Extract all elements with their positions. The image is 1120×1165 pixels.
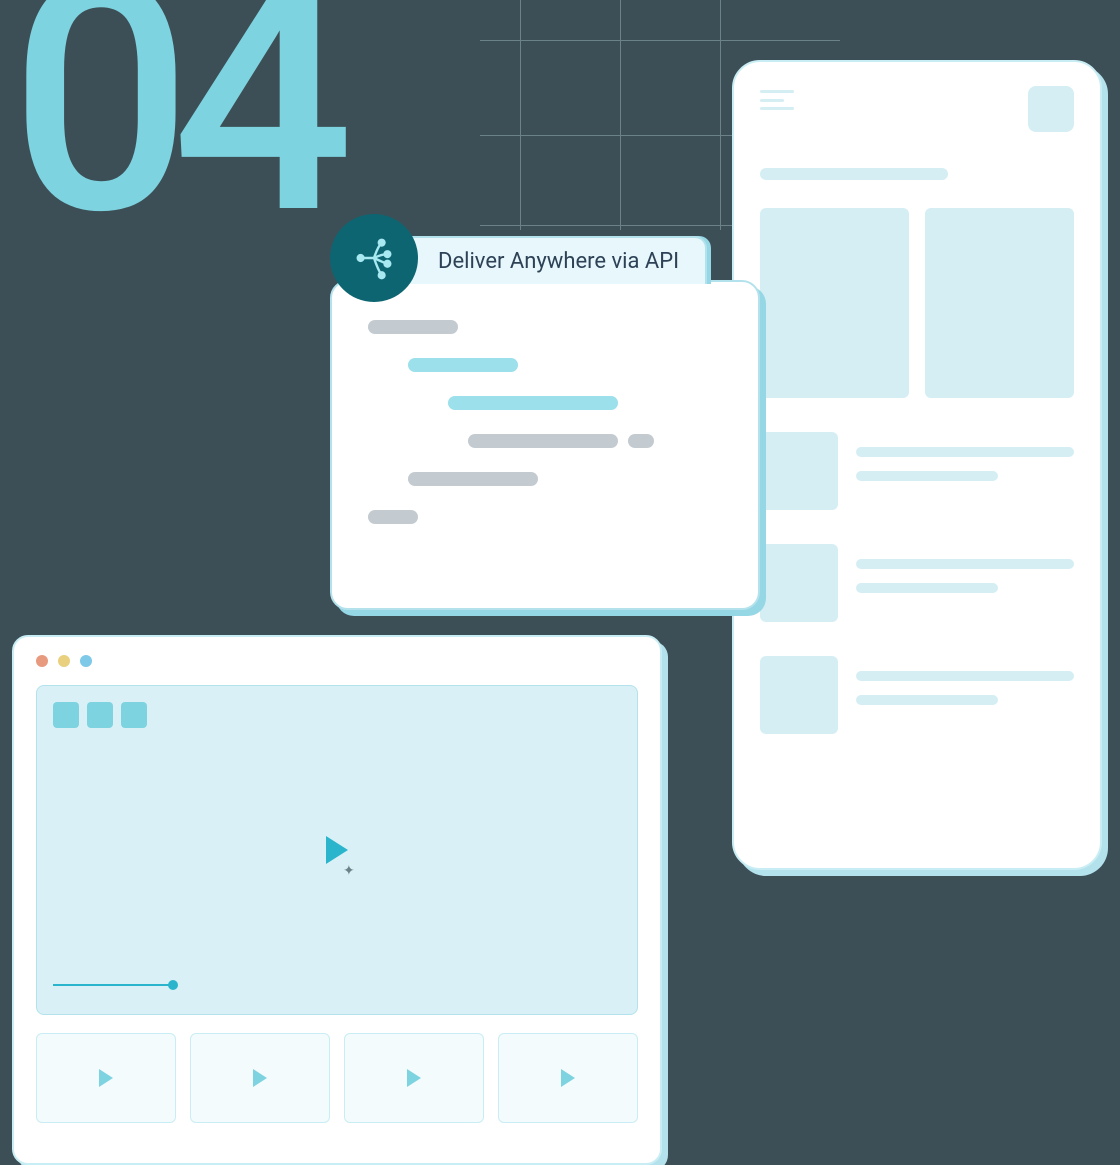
hero-card bbox=[760, 208, 909, 398]
close-dot-icon bbox=[36, 655, 48, 667]
avatar-placeholder bbox=[1028, 86, 1074, 132]
hamburger-icon bbox=[760, 90, 794, 110]
video-player: ✦ bbox=[36, 685, 638, 1015]
list-thumb bbox=[760, 656, 838, 734]
list-thumb bbox=[760, 544, 838, 622]
list-item bbox=[760, 544, 1074, 622]
player-tab bbox=[53, 702, 79, 728]
list-item bbox=[760, 432, 1074, 510]
code-placeholder bbox=[332, 282, 758, 586]
list-item bbox=[760, 656, 1074, 734]
play-icon bbox=[561, 1069, 575, 1087]
step-number: 04 bbox=[10, 0, 334, 260]
progress-bar bbox=[53, 984, 173, 986]
video-thumbnail bbox=[190, 1033, 330, 1123]
video-thumbnail bbox=[36, 1033, 176, 1123]
maximize-dot-icon bbox=[80, 655, 92, 667]
player-tab bbox=[121, 702, 147, 728]
player-tab bbox=[87, 702, 113, 728]
thumbnail-row bbox=[36, 1033, 638, 1123]
window-controls bbox=[36, 655, 638, 667]
video-thumbnail bbox=[344, 1033, 484, 1123]
list-thumb bbox=[760, 432, 838, 510]
mobile-title-placeholder bbox=[760, 168, 948, 180]
video-thumbnail bbox=[498, 1033, 638, 1123]
hero-card bbox=[925, 208, 1074, 398]
cursor-icon: ✦ bbox=[343, 863, 355, 879]
api-card-title: Deliver Anywhere via API bbox=[438, 249, 679, 274]
minimize-dot-icon bbox=[58, 655, 70, 667]
browser-mockup: ✦ bbox=[12, 635, 662, 1165]
play-icon bbox=[253, 1069, 267, 1087]
play-icon bbox=[326, 836, 348, 864]
play-icon bbox=[407, 1069, 421, 1087]
api-network-icon bbox=[330, 214, 418, 302]
api-card: Deliver Anywhere via API bbox=[330, 280, 760, 610]
play-icon bbox=[99, 1069, 113, 1087]
mobile-mockup bbox=[732, 60, 1102, 870]
